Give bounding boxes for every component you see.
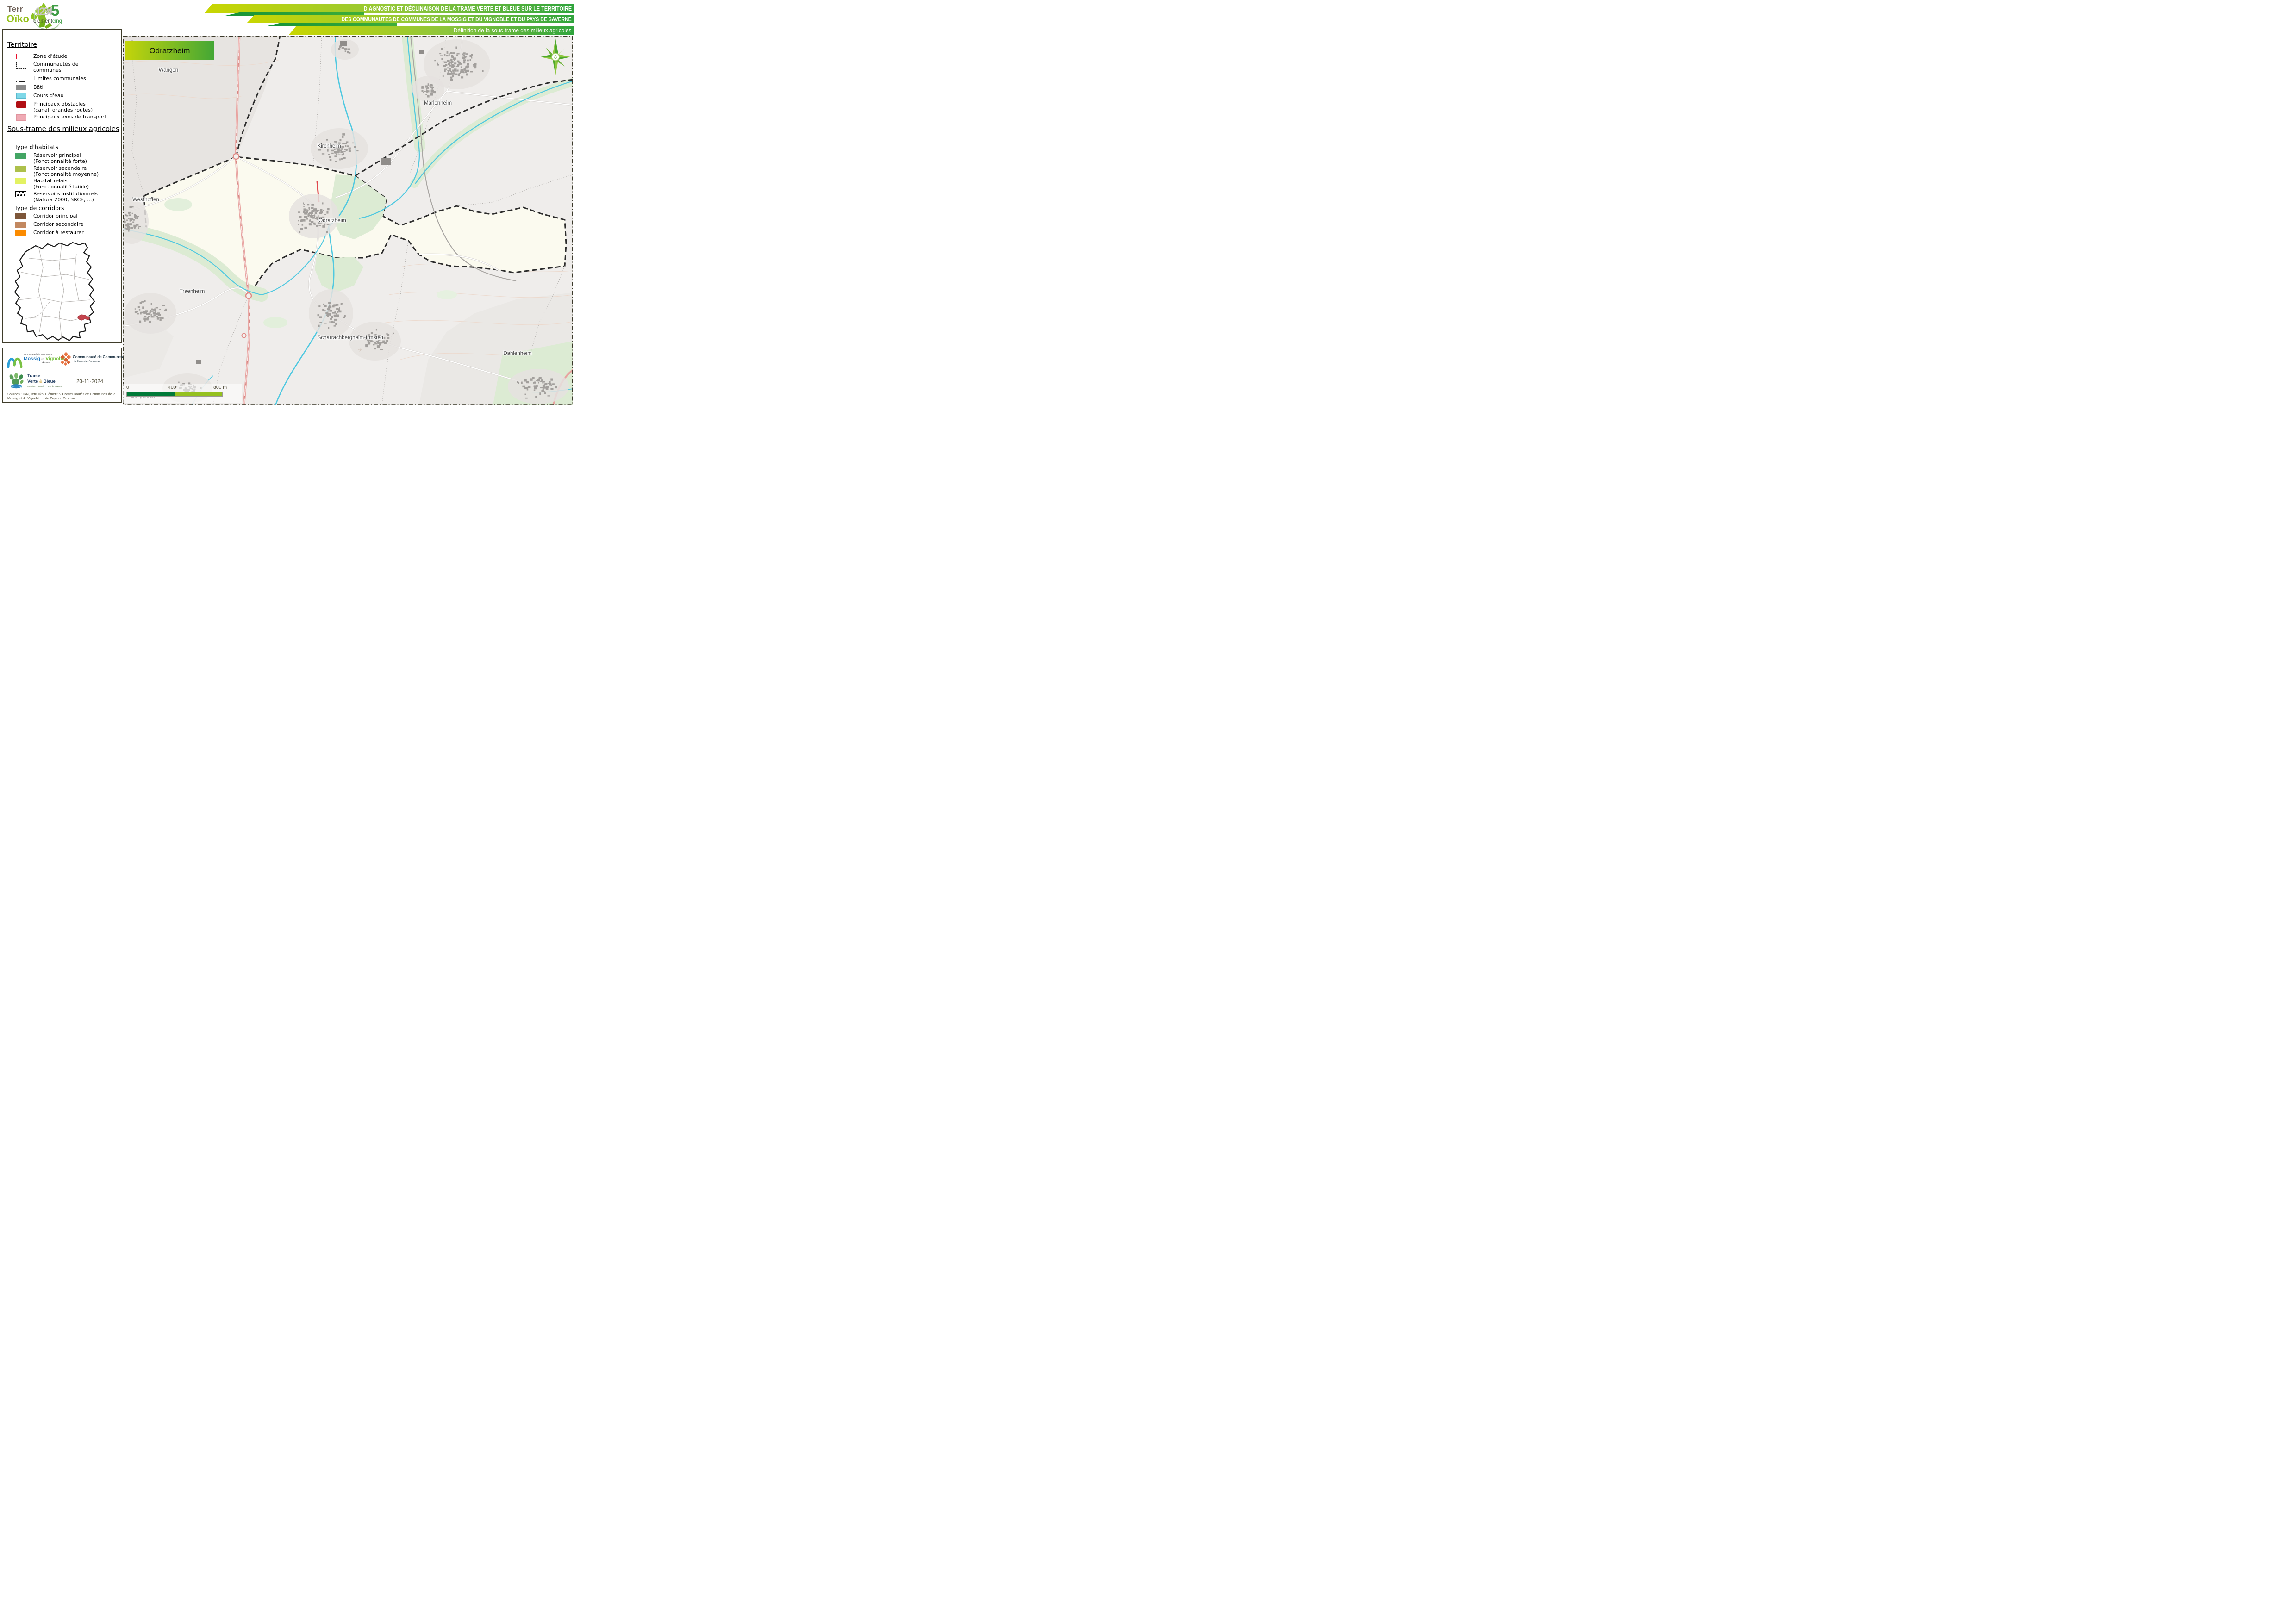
corridor-principal-swatch	[15, 213, 26, 219]
element-cinq-wordmark: élémentcinq	[33, 19, 62, 24]
legend-subsection-habitats: Type d'habitats	[14, 143, 58, 150]
tvb-paw-icon	[8, 373, 25, 390]
scalebar-bar	[126, 392, 223, 397]
legend-section-sous-trame: Sous-trame des milieux agricoles	[7, 125, 119, 133]
saverne-diamonds-icon	[60, 352, 72, 366]
legend-panel: Territoire Zone d'étude Communautés deco…	[2, 29, 122, 343]
map-panel: 200250 Odratzheim Wangen Marlenheim Kirchh…	[123, 36, 573, 405]
title-banner-2: DES COMMUNAUTÉS DE COMMUNES DE LA MOSSIG…	[247, 15, 574, 23]
subtitle-banner-text: Définition de la sous-trame des milieux …	[454, 27, 574, 34]
zone-etude-swatch	[16, 54, 26, 59]
scalebar: 0 400 800 m	[123, 384, 242, 403]
trame-verte-bleue-logo: Trame Verte & Bleue Mossig et Vignoble –…	[8, 373, 63, 391]
banner-ribbon-fold-1	[225, 12, 364, 16]
scalebar-labels: 0 400 800 m	[123, 385, 242, 391]
town-label-westhoffen: Westhoffen	[132, 197, 159, 203]
cours-eau-swatch	[16, 93, 26, 99]
banner-ribbon-fold-2	[268, 23, 397, 26]
terroiko-text-terr: Terr	[7, 5, 23, 14]
credits-panel: communauté de communes Mossig et Vignobl…	[2, 348, 122, 403]
corridor-restaurer-swatch	[15, 230, 26, 236]
town-label-wangen: Wangen	[159, 68, 178, 73]
scalebar-right-half	[175, 392, 222, 396]
town-label-traenheim: Traenheim	[180, 289, 205, 294]
map-title-box: Odratzheim	[125, 41, 214, 60]
reservoir-principal-swatch	[15, 153, 26, 159]
town-label-odratzheim: Odratzheim	[318, 218, 346, 224]
subtitle-banner: Définition de la sous-trame des milieux …	[289, 26, 574, 35]
town-label-marlenheim: Marlenheim	[424, 100, 452, 106]
element-cinq-digits: 1234	[35, 6, 50, 19]
legend-subsection-corridors: Type de corridors	[14, 205, 64, 211]
title-banner-1: DIAGNOSTIC ET DÉCLINAISON DE LA TRAME VE…	[205, 4, 574, 13]
limites-communales-swatch	[16, 75, 26, 82]
element-cinq-logo: 1234 5 élémentcinq	[33, 2, 60, 31]
axes-transport-swatch	[16, 114, 26, 121]
legend-section-territoire: Territoire	[7, 41, 37, 49]
map-canvas: 200250	[123, 36, 573, 405]
compass-rose-icon	[538, 37, 573, 78]
title-banner-2-text: DES COMMUNAUTÉS DE COMMUNES DE LA MOSSIG…	[342, 16, 574, 23]
reservoir-secondaire-swatch	[15, 166, 26, 172]
bati-swatch	[16, 85, 26, 90]
obstacles-swatch	[16, 101, 26, 108]
mossig-m-icon	[6, 354, 24, 368]
title-banner-1-text: DIAGNOSTIC ET DÉCLINAISON DE LA TRAME VE…	[363, 5, 574, 12]
corridor-secondaire-swatch	[15, 222, 26, 228]
pays-saverne-logo: Communauté de Communes du Pays de Savern…	[60, 352, 121, 371]
element-cinq-five: 5	[51, 2, 59, 19]
communautes-communes-swatch	[16, 62, 26, 69]
minimap-territory-outline	[15, 243, 94, 341]
overview-minimap	[12, 241, 97, 342]
habitat-relais-swatch	[15, 178, 26, 184]
scalebar-left-half	[127, 392, 175, 396]
town-label-dahlenheim: Dahlenheim	[503, 351, 531, 356]
sources-text: Sources : IGN, TerrOïko, Elément 5, Comm…	[7, 392, 119, 400]
town-label-kirchheim: Kirchheim	[317, 143, 341, 149]
town-label-scharrachbergheim-irmstett: Scharrachbergheim-Irmstett	[318, 335, 384, 341]
reservoirs-institutionnels-swatch	[15, 191, 26, 197]
page: Terr Oïko 1234 5 élémentcinq DIAGNOSTIC …	[0, 0, 574, 406]
map-date: 20-11-2024	[74, 379, 106, 385]
mossig-vignoble-logo: communauté de communes Mossig et Vignobl…	[6, 353, 62, 372]
